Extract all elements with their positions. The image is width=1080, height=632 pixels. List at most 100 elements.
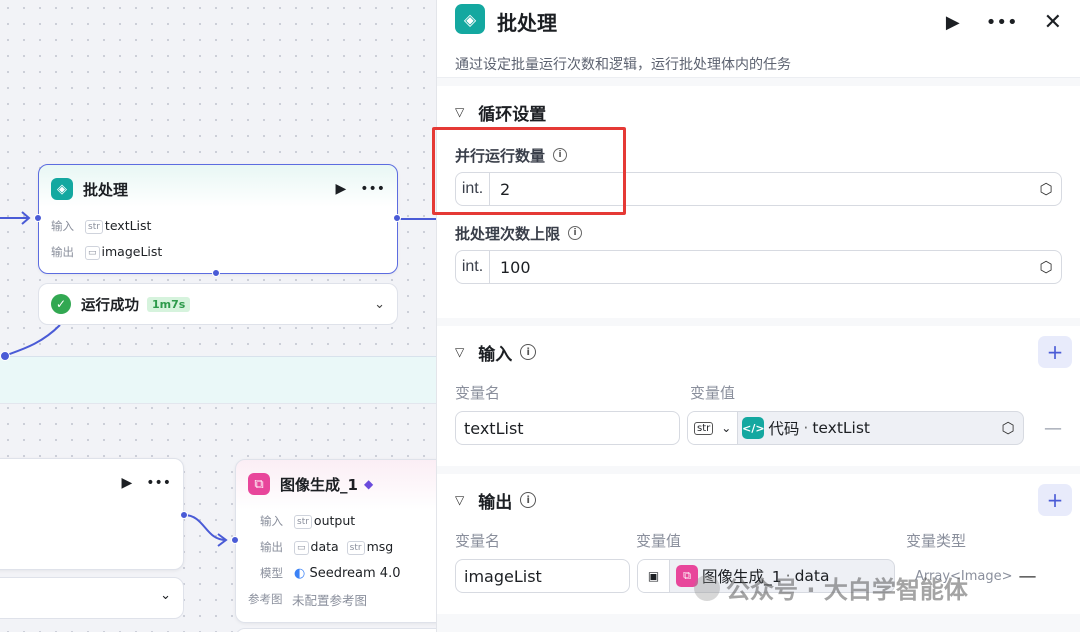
model-label: 模型 xyxy=(260,566,283,580)
image-input-port[interactable] xyxy=(231,536,239,544)
image-type-icon: ▭ xyxy=(294,541,309,555)
str-type-icon: str xyxy=(85,220,103,234)
col-var-name: 变量名 xyxy=(455,531,501,550)
workflow-canvas[interactable]: ◈ 批处理 ▶ ••• 输入 str textList 输出 ▭ imageList… xyxy=(0,0,436,632)
batch-output-port[interactable] xyxy=(393,214,401,222)
panel-header: ◈ 批处理 ▶ ••• ✕ 通过设定批量运行次数和逻辑，运行批处理体内的任务 xyxy=(437,0,1080,78)
more-icon[interactable]: ••• xyxy=(986,12,1018,33)
image-gen-icon: ⧉ xyxy=(248,473,270,495)
gem-icon: ◆ xyxy=(363,477,374,491)
col-var-type: 变量类型 xyxy=(906,531,967,550)
watermark-text: 公众号 · 大白学智能体 xyxy=(726,576,968,604)
highlight-box xyxy=(432,127,626,215)
batch-body-port[interactable] xyxy=(212,269,220,277)
status-text: 运行成功 xyxy=(81,297,139,314)
chevron-down-icon[interactable]: ⌄ xyxy=(160,588,171,603)
info-icon[interactable]: i xyxy=(520,344,537,360)
output-tag: ▭ imageList xyxy=(85,244,162,260)
image-node-status-bar[interactable] xyxy=(235,628,436,632)
play-icon[interactable]: ▶ xyxy=(335,181,346,197)
ref-value: 未配置参考图 xyxy=(292,592,368,608)
input-label: 输入 xyxy=(260,514,283,528)
play-icon[interactable]: ▶ xyxy=(121,475,132,491)
batch-limit-value[interactable]: 100 xyxy=(490,258,1031,277)
variable-ref-icon[interactable]: ⬡ xyxy=(1031,258,1061,276)
output-var-name-field[interactable]: imageList xyxy=(455,559,630,593)
batch-node-title: 批处理 xyxy=(83,180,129,199)
loop-section-title: 循环设置 xyxy=(478,104,547,125)
col-var-value: 变量值 xyxy=(690,383,736,402)
batch-node[interactable]: ◈ 批处理 ▶ ••• 输入 str textList 输出 ▭ imageList xyxy=(38,164,398,274)
model-tag: ◐ Seedream 4.0 xyxy=(294,566,400,581)
batch-limit-input[interactable]: int. 100 ⬡ xyxy=(455,250,1062,284)
ref-var: textList xyxy=(812,419,870,437)
close-icon[interactable]: ✕ xyxy=(1044,10,1062,35)
output-section-title: 输出 xyxy=(478,492,513,513)
input-tag: str output xyxy=(294,513,355,529)
int-type-prefix: int. xyxy=(456,251,490,283)
chevron-down-icon[interactable]: ▽ xyxy=(455,345,464,359)
ref-label: 参考图 xyxy=(248,592,283,606)
image-type-icon: ▭ xyxy=(85,246,100,260)
info-icon[interactable]: i xyxy=(568,226,583,240)
col-var-value: 变量值 xyxy=(636,531,682,550)
input-var-name: textList xyxy=(464,418,524,438)
col-var-name: 变量名 xyxy=(455,383,501,402)
variable-ref-icon[interactable]: ⬡ xyxy=(993,419,1023,437)
output-tag-msg: str msg xyxy=(346,539,394,555)
panel-description: 通过设定批量运行次数和逻辑，运行批处理体内的任务 xyxy=(455,57,791,73)
duration-badge: 1m7s xyxy=(147,296,191,312)
partial-node[interactable]: ▶ ••• xyxy=(0,458,184,570)
remove-output-button[interactable]: — xyxy=(1019,566,1037,587)
ref-source: 代码 xyxy=(768,420,800,438)
input-tag: str textList xyxy=(85,218,151,234)
layers-icon: ◈ xyxy=(455,4,485,34)
image-gen-node[interactable]: ⧉ 图像生成_1 ◆ 输入 str output 输出 ▭ data str msg … xyxy=(235,459,436,623)
watermark: 公众号 · 大白学智能体 xyxy=(694,570,968,605)
output-label: 输出 xyxy=(260,540,283,554)
output-label: 输出 xyxy=(51,245,74,259)
input-var-name-field[interactable]: textList xyxy=(455,411,681,445)
add-output-button[interactable]: + xyxy=(1038,484,1072,516)
output-var: data xyxy=(310,539,339,554)
limit-label: 批处理次数上限 xyxy=(455,224,561,243)
add-input-button[interactable]: + xyxy=(1038,336,1072,368)
output-var: msg xyxy=(366,539,394,554)
run-status-bar[interactable]: ✓ 运行成功 1m7s ⌄ xyxy=(38,283,398,325)
chevron-down-icon[interactable]: ⌄ xyxy=(374,297,385,312)
output-var-name: imageList xyxy=(464,566,542,586)
play-icon[interactable]: ▶ xyxy=(946,12,960,33)
wechat-icon xyxy=(694,574,720,601)
ref-separator: · xyxy=(803,419,809,437)
panel-title: 批处理 xyxy=(497,10,557,35)
type-select[interactable]: str ⌄ xyxy=(688,412,739,444)
layers-icon: ◈ xyxy=(51,178,73,200)
more-icon[interactable]: ••• xyxy=(360,181,385,197)
str-type-icon: str xyxy=(294,515,312,529)
body-start-port[interactable] xyxy=(0,351,10,361)
chevron-down-icon[interactable]: ▽ xyxy=(455,105,464,119)
input-section-title: 输入 xyxy=(478,344,513,365)
partial-output-port[interactable] xyxy=(180,511,188,519)
model-value: Seedream 4.0 xyxy=(309,565,401,581)
output-tag-data: ▭ data xyxy=(294,539,339,555)
image-node-title: 图像生成_1 xyxy=(280,475,358,494)
code-icon: </> xyxy=(742,417,765,439)
input-var: textList xyxy=(104,218,152,233)
batch-input-port[interactable] xyxy=(34,214,42,222)
chevron-down-icon: ⌄ xyxy=(721,421,732,435)
partial-status-bar[interactable]: ⌄ xyxy=(0,577,184,619)
remove-input-button[interactable]: — xyxy=(1044,418,1062,439)
input-section: ▽ 输入 i + 变量名 变量值 textList str ⌄ </> 代码 ·… xyxy=(437,326,1080,466)
input-var-value-field[interactable]: str ⌄ </> 代码 · textList ⬡ xyxy=(687,411,1024,445)
image-type-icon[interactable]: ▣ xyxy=(638,560,670,592)
batch-settings-panel: ◈ 批处理 ▶ ••• ✕ 通过设定批量运行次数和逻辑，运行批处理体内的任务 ▽… xyxy=(436,0,1080,632)
check-circle-icon: ✓ xyxy=(51,294,71,314)
output-var: imageList xyxy=(101,244,163,259)
variable-ref-icon[interactable]: ⬡ xyxy=(1031,180,1061,198)
seedream-logo-icon: ◐ xyxy=(294,565,306,581)
info-icon[interactable]: i xyxy=(520,492,537,508)
input-var: output xyxy=(313,513,356,528)
chevron-down-icon[interactable]: ▽ xyxy=(455,493,464,507)
more-icon[interactable]: ••• xyxy=(146,475,171,491)
